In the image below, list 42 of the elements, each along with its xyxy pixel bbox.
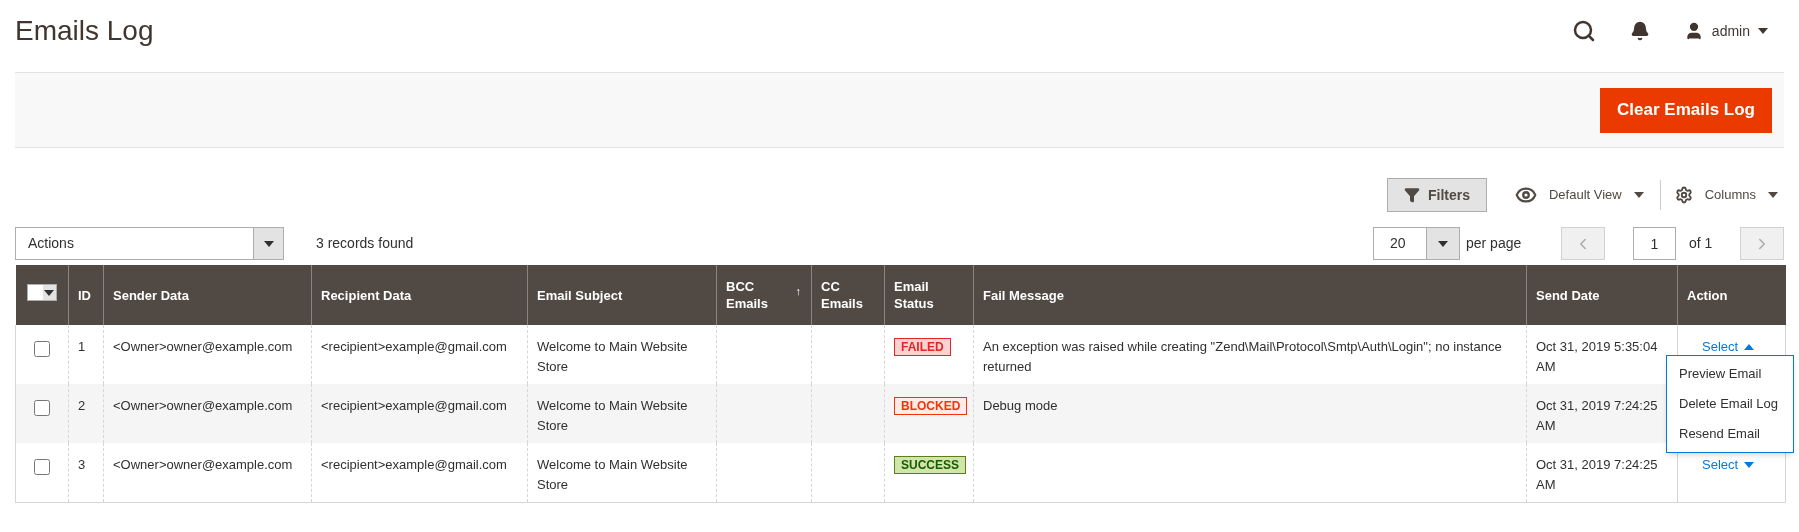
status-badge: BLOCKED [894,397,968,415]
row-checkbox[interactable] [34,341,50,357]
caret-icon [1768,192,1778,198]
table-cell: Welcome to Main Website Store [527,443,717,502]
sort-mark: ↑ [795,284,801,299]
mass-select-checkbox[interactable] [26,284,57,301]
status-badge: FAILED [894,338,951,356]
table-cell: <Owner>owner@example.com [103,443,312,502]
search-icon[interactable] [1571,19,1596,43]
eye-icon [1514,184,1537,206]
page-number-field[interactable]: 1 [1633,227,1676,260]
table-cell: Oct 31, 2019 7:24:25 AM [1526,443,1678,502]
caret-icon [44,289,55,296]
per-page-label: per page [1466,234,1523,253]
select-link[interactable]: Select [1702,455,1755,475]
clear-log-button[interactable]: Clear Emails Log [1600,87,1772,133]
row-checkbox[interactable] [34,459,50,475]
filters-button[interactable]: Filters [1386,178,1487,212]
table-cell: An exception was raised while creating "Zend\Mail\Protocol\Smtp\Auth\Login"; no instance returned [983,339,1502,374]
caret-icon [263,240,274,247]
table-cell: <recipient>example@gmail.com [311,443,528,502]
select-link[interactable]: Select [1702,337,1755,357]
table-cell: Debug mode [983,398,1058,413]
table-cell: 3 [68,443,104,502]
caret-icon [1758,28,1768,34]
filter-icon [1403,187,1420,203]
page-title: Emails Log [15,14,154,48]
records-count: 3 records found [316,234,414,253]
page-total: of 1 [1689,234,1714,253]
caret-icon [1744,462,1755,468]
per-page-select[interactable]: 20 [1373,227,1460,260]
actions-select[interactable]: Actions [15,227,284,260]
row-checkbox[interactable] [34,400,50,416]
status-badge: SUCCESS [894,456,966,474]
view-dropdown[interactable]: Default View [1514,184,1660,206]
caret-icon [1438,240,1448,247]
columns-dropdown[interactable]: Columns [1660,185,1784,205]
user-menu[interactable]: admin [1683,20,1768,42]
bell-icon[interactable] [1629,21,1650,41]
caret-icon [1744,344,1755,350]
gear-icon [1674,186,1693,204]
caret-icon [1633,192,1644,198]
